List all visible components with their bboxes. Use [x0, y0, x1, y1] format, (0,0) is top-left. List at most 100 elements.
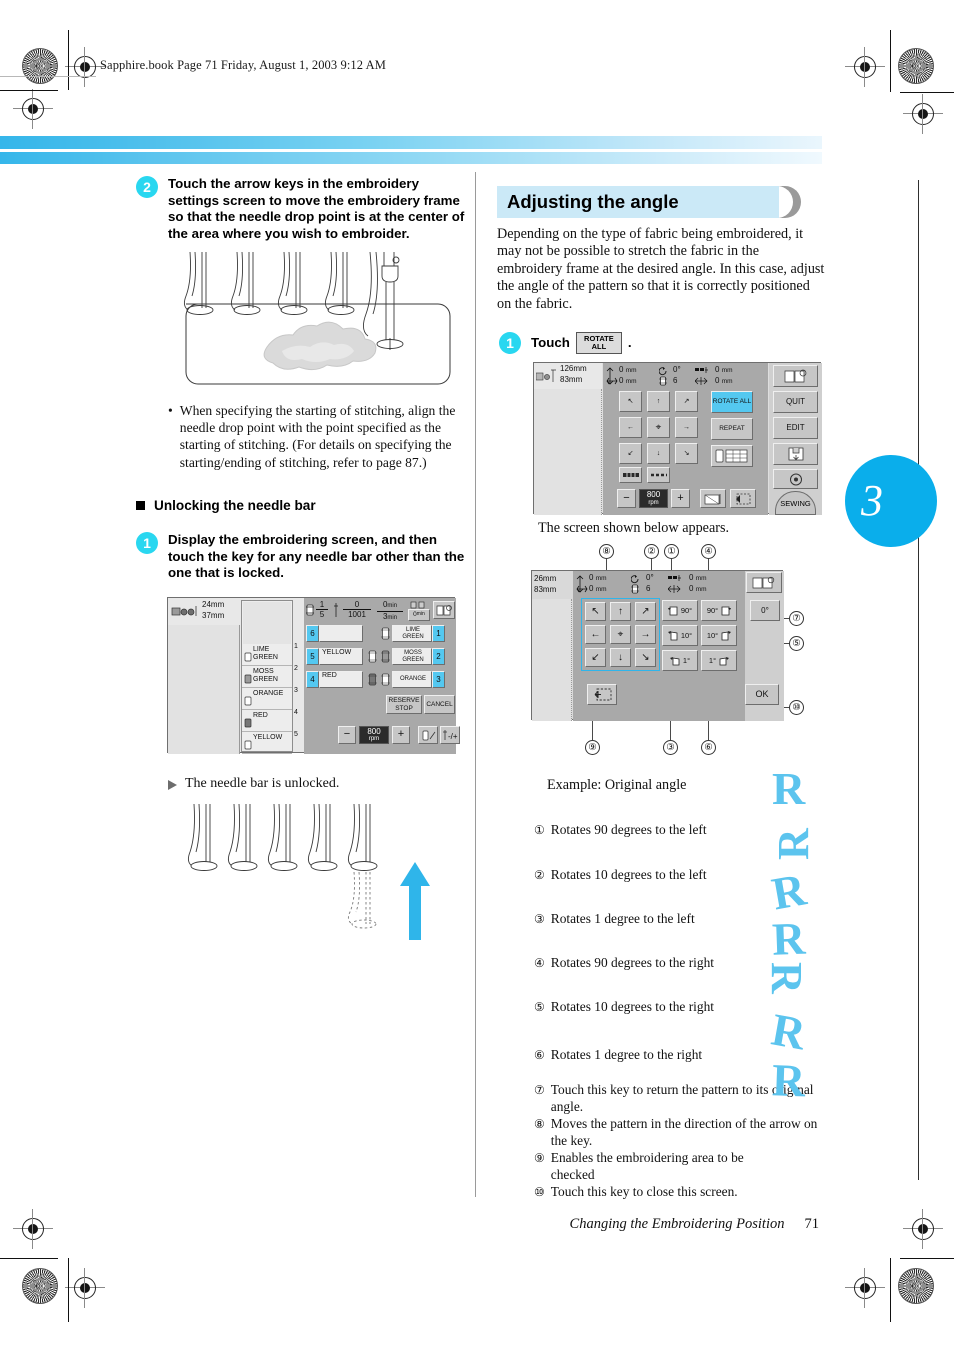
- rotate-left-90-button[interactable]: 90°: [662, 600, 698, 621]
- move-down-button[interactable]: ↓: [610, 648, 631, 667]
- move-up-left-button[interactable]: ↖: [619, 391, 642, 412]
- rotate-left-1-button[interactable]: 1°: [662, 650, 698, 671]
- stitch-style-button-2[interactable]: [647, 467, 670, 483]
- spool-assign-field[interactable]: MOSS GREEN: [392, 648, 432, 665]
- move-right-button[interactable]: →: [675, 417, 698, 438]
- move-left-button[interactable]: ←: [619, 417, 642, 438]
- manual-guide-button[interactable]: [746, 572, 782, 593]
- screen-a-work-area: 0 mm 0 mm 0° 6 0 mm 0 mm ↖ ↑ ↗ ← ⌖ → ↙ ↓…: [603, 363, 768, 515]
- move-down-right-button[interactable]: ↘: [635, 648, 656, 667]
- move-up-right-button[interactable]: ↗: [635, 602, 656, 621]
- thread-trim-button[interactable]: [418, 726, 438, 744]
- speed-decrease-button[interactable]: −: [338, 726, 356, 744]
- spool-number[interactable]: 2: [432, 648, 445, 665]
- area-check-button[interactable]: [587, 684, 617, 705]
- legend-text: Enables the embroidering area to be chec…: [551, 1150, 766, 1183]
- svg-text:R: R: [771, 1054, 807, 1106]
- move-left-button[interactable]: ←: [585, 625, 606, 644]
- spool-assign-field[interactable]: ORANGE: [392, 671, 432, 688]
- save-to-memory-button[interactable]: [773, 443, 818, 465]
- needle-bar-color-field[interactable]: RED: [319, 671, 363, 688]
- screen-a-speed-increase[interactable]: +: [671, 489, 690, 508]
- spool-color-name: LIME GREEN: [402, 627, 424, 640]
- move-down-right-button[interactable]: ↘: [675, 443, 698, 464]
- spool-number[interactable]: 1: [432, 625, 445, 642]
- center-button[interactable]: ⌖: [610, 625, 631, 644]
- move-up-button[interactable]: ↑: [610, 602, 631, 621]
- move-down-button[interactable]: ↓: [647, 443, 670, 464]
- offset-h-unit: mm: [625, 378, 637, 385]
- spool-assign-field[interactable]: LIME GREEN: [392, 625, 432, 642]
- manual-guide-key[interactable]: [433, 601, 455, 619]
- spool-number[interactable]: 3: [432, 671, 445, 688]
- sewing-button[interactable]: SEWING: [775, 491, 816, 515]
- move-up-left-button[interactable]: ↖: [585, 602, 606, 621]
- crop-mark-top-left-vertical: [68, 30, 69, 90]
- registration-rosette-bottom-left: [22, 1268, 58, 1304]
- needle-bar-row[interactable]: 5 YELLOW MOSS GREEN 2: [306, 647, 454, 666]
- screen-a-speed-decrease[interactable]: −: [617, 489, 636, 508]
- screen-b-status-row: 0 mm 0 mm 0° 6 0 mm 0 mm: [573, 573, 745, 595]
- needle-bar-row[interactable]: 4 RED ORANGE 3: [306, 670, 454, 689]
- stitch-style-button-1[interactable]: [619, 467, 642, 483]
- upward-direction-arrow-icon: [400, 862, 430, 940]
- legend-text: Rotates 1 degree to the right: [550, 1047, 703, 1062]
- needle-bar-color-field[interactable]: YELLOW: [319, 648, 363, 665]
- thread-name: ORANGE: [253, 690, 284, 697]
- thread-index: 5: [294, 731, 298, 738]
- step-2-text: Touch the arrow keys in the embroidery s…: [168, 176, 465, 241]
- speed-increase-button[interactable]: +: [392, 726, 410, 744]
- settings-button[interactable]: [773, 469, 818, 489]
- rotate-right-90-button[interactable]: 90°: [701, 600, 737, 621]
- callout-7: ⑦: [789, 611, 804, 626]
- edit-button[interactable]: EDIT: [773, 417, 818, 439]
- frame-time-key[interactable]: 0 min: [408, 609, 430, 621]
- rotate-right-10-button[interactable]: 10°: [701, 625, 737, 646]
- move-down-left-button[interactable]: ↙: [619, 443, 642, 464]
- guide-button[interactable]: [773, 365, 818, 387]
- arrow-keypad-group[interactable]: ↖ ↑ ↗ ← ⌖ → ↙ ↓ ↘: [581, 598, 660, 671]
- legend-number: ④: [534, 956, 545, 970]
- screen-b-spacing-v: 0 mm: [689, 573, 707, 582]
- move-up-button[interactable]: ↑: [647, 391, 670, 412]
- legend-number: ②: [534, 868, 545, 882]
- rotate-right-icon: [721, 630, 732, 640]
- rotate-right-1-button[interactable]: 1°: [701, 650, 737, 671]
- embroidery-settings-screen-mockup[interactable]: 126mm 83mm 0 mm 0 mm 0° 6 0 mm 0 mm ↖ ↑ …: [533, 362, 822, 515]
- cancel-button[interactable]: CANCEL: [424, 695, 455, 714]
- rotate-left-90-label: 90°: [680, 605, 693, 615]
- screen-a-side-keys[interactable]: QUIT EDIT SEWING: [769, 363, 822, 515]
- rotate-left-10-button[interactable]: 10°: [662, 625, 698, 646]
- thread-color-list[interactable]: LIME GREEN MOSS GREEN ORANGE RED YELLOW: [241, 600, 293, 754]
- frame-time-unit: min: [416, 611, 425, 618]
- angle-adjustment-screen-mockup[interactable]: 26mm 83mm 0 mm 0 mm 0° 6 0 mm 0 mm ↖ ↑ ↗…: [531, 570, 784, 721]
- needle-bar-number[interactable]: 6: [306, 625, 319, 642]
- frame-type-button[interactable]: [700, 489, 726, 508]
- embroidering-screen-mockup[interactable]: 24mm 37mm LIME GREEN MOSS GREEN ORANGE R…: [167, 597, 460, 754]
- repeat-button[interactable]: REPEAT: [711, 418, 753, 440]
- move-up-right-button[interactable]: ↗: [675, 391, 698, 412]
- needle-bar-number[interactable]: 5: [306, 648, 319, 665]
- needle-position-button[interactable]: -/+: [440, 726, 460, 744]
- rotate-all-key-inline[interactable]: ROTATE ALL: [575, 332, 622, 354]
- result-note-text: The needle bar is unlocked.: [185, 776, 340, 791]
- center-button[interactable]: ⌖: [647, 417, 670, 438]
- move-right-button[interactable]: →: [635, 625, 656, 644]
- needle-bar-row[interactable]: 6 LIME GREEN 1: [306, 624, 454, 643]
- rotate-all-button[interactable]: ROTATE ALL: [711, 391, 753, 413]
- arrow-keypad[interactable]: ↖ ↑ ↗ ← ⌖ → ↙ ↓ ↘: [619, 391, 698, 464]
- quit-button[interactable]: QUIT: [773, 391, 818, 413]
- move-down-left-button[interactable]: ↙: [585, 648, 606, 667]
- book-icon: [752, 576, 775, 589]
- rotate-right-icon: [721, 606, 732, 615]
- needle-bar-number[interactable]: 4: [306, 671, 319, 688]
- needle-bar-color-field[interactable]: [319, 625, 363, 642]
- thread-palette-button[interactable]: [711, 445, 753, 467]
- reserve-stop-button[interactable]: RESERVE STOP: [386, 695, 422, 714]
- reset-angle-button[interactable]: 0°: [750, 600, 780, 621]
- ok-button[interactable]: OK: [745, 684, 779, 705]
- trial-area-button[interactable]: [730, 489, 756, 508]
- chapter-marker: 3: [845, 455, 937, 547]
- horizontal-offset-icon: [606, 377, 618, 385]
- header-gradient-bar-lower: [0, 152, 822, 164]
